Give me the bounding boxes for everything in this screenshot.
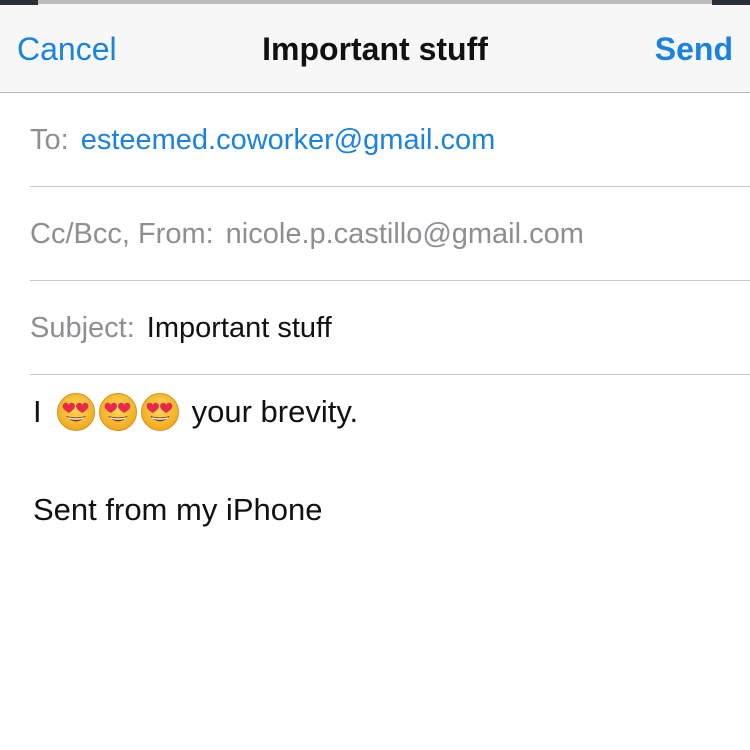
navigation-bar: Important stuff Cancel Send [0, 5, 750, 93]
subject-input[interactable]: Important stuff [147, 312, 332, 344]
to-label: To: [30, 124, 69, 156]
cc-bcc-from-label: Cc/Bcc, From: [30, 218, 214, 250]
heart-eyes-emoji-icon [98, 393, 137, 431]
subject-field[interactable]: Subject: Important stuff [30, 281, 750, 375]
heart-eyes-emoji-icon [56, 393, 95, 431]
email-signature: Sent from my iPhone [33, 492, 323, 527]
status-bar-progress [38, 0, 712, 4]
body-text-prefix: I [33, 394, 42, 429]
heart-eyes-emoji-icon [140, 393, 179, 431]
body-text-suffix: your brevity. [191, 394, 359, 429]
message-body-line: I your brevity. [33, 380, 723, 444]
subject-label: Subject: [30, 312, 135, 344]
to-recipient[interactable]: esteemed.coworker@gmail.com [81, 124, 496, 156]
send-button[interactable]: Send [655, 5, 733, 93]
message-body[interactable]: I your brevity. Sent from my iPhone [33, 380, 723, 530]
from-address[interactable]: nicole.p.castillo@gmail.com [226, 218, 584, 250]
cc-bcc-from-field[interactable]: Cc/Bcc, From: nicole.p.castillo@gmail.com [30, 187, 750, 281]
to-field[interactable]: To: esteemed.coworker@gmail.com [30, 93, 750, 187]
cancel-button[interactable]: Cancel [17, 5, 117, 93]
